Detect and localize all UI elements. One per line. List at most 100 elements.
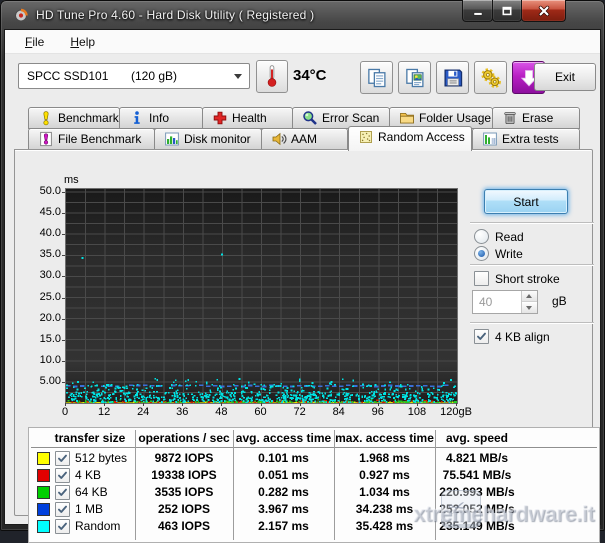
header-divider: [31, 447, 597, 449]
drive-select[interactable]: SPCC SSD101 (120 gB): [18, 63, 250, 89]
spin-down-button[interactable]: [522, 303, 537, 313]
y-axis-tick: [62, 276, 65, 277]
tab-label: Erase: [522, 111, 553, 125]
y-axis-tick: [62, 213, 65, 214]
x-axis-tick: [417, 403, 418, 406]
chevron-down-icon: [234, 74, 242, 79]
avg-speed-value: 220.993 MB/s: [402, 485, 552, 499]
x-axis-tick-label: 84: [317, 406, 361, 418]
aam-icon: [271, 131, 287, 147]
read-label: Read: [495, 230, 524, 244]
transfer-size-label: 4 KB: [75, 468, 101, 482]
tab-label: Folder Usage: [419, 111, 491, 125]
results-table: transfer sizeoperations / secavg. access…: [28, 427, 600, 543]
table-row-4-kb: 4 KB19338 IOPS0.051 ms0.927 ms75.541 MB/…: [29, 467, 599, 483]
y-axis-tick-label: 35.0: [27, 248, 61, 260]
y-axis-tick-label: 30.0: [27, 269, 61, 281]
avg-speed-value: 75.541 MB/s: [402, 468, 552, 482]
x-axis-tick-label: 36: [160, 406, 204, 418]
y-axis-tick: [62, 298, 65, 299]
file-benchmark-icon: [38, 131, 54, 147]
x-axis-tick: [261, 403, 262, 406]
maximize-button[interactable]: [492, 0, 522, 22]
y-axis-tick-label: 45.0: [27, 206, 61, 218]
x-axis-tick-label: 72: [278, 406, 322, 418]
y-axis-tick-label: 15.0: [27, 333, 61, 345]
titlebar[interactable]: HD Tune Pro 4.60 - Hard Disk Utility ( R…: [0, 0, 605, 30]
temperature-value: 34°C: [293, 67, 327, 84]
y-axis-unit-label: ms: [64, 174, 79, 186]
client-area: FileHelp SPCC SSD101 (120 gB) 34°C Exit …: [5, 30, 600, 524]
y-axis-tick: [62, 255, 65, 256]
close-button[interactable]: [521, 0, 566, 22]
copy-image-button[interactable]: [398, 61, 431, 94]
x-axis-tick-label: 120gB: [434, 406, 478, 418]
tab-label: Info: [149, 111, 169, 125]
table-row-512-bytes: 512 bytes9872 IOPS0.101 ms1.968 ms4.821 …: [29, 450, 599, 466]
separator: [470, 322, 594, 324]
tab-benchmark[interactable]: Benchmark: [28, 107, 120, 129]
menu-item-help[interactable]: Help: [64, 34, 101, 50]
disk-monitor-icon: [164, 131, 180, 147]
drive-name: SPCC SSD101: [27, 69, 108, 83]
save-button[interactable]: [436, 61, 469, 94]
kb-align-checkbox[interactable]: 4 KB align: [474, 329, 550, 344]
series-checkbox[interactable]: [55, 468, 70, 483]
temperature-button[interactable]: [256, 60, 288, 93]
tab-extra-tests[interactable]: Extra tests: [472, 128, 580, 150]
transfer-size-label: 1 MB: [75, 502, 103, 516]
series-checkbox[interactable]: [55, 451, 70, 466]
start-button[interactable]: Start: [484, 189, 568, 214]
tab-label: Health: [232, 111, 267, 125]
x-axis-tick: [65, 403, 66, 406]
spin-up-button[interactable]: [522, 291, 537, 302]
tab-erase[interactable]: Erase: [492, 107, 580, 129]
extra-tests-icon: [482, 131, 498, 147]
table-row-random: Random463 IOPS2.157 ms35.428 ms235.149 M…: [29, 518, 599, 534]
short-stroke-size-input[interactable]: 40: [472, 290, 538, 314]
y-axis-tick: [62, 361, 65, 362]
separator: [470, 264, 594, 266]
app-icon: [13, 7, 29, 23]
series-checkbox[interactable]: [55, 502, 70, 517]
tab-file-benchmark[interactable]: File Benchmark: [28, 128, 155, 150]
save-icon: [442, 67, 463, 88]
options-icon: [480, 67, 501, 88]
y-axis-tick-label: 50.0: [27, 185, 61, 197]
folder-icon: [399, 110, 415, 126]
options-button[interactable]: [474, 61, 507, 94]
tab-health[interactable]: Health: [202, 107, 293, 129]
tab-random-access[interactable]: Random Access: [348, 126, 472, 151]
series-checkbox[interactable]: [55, 519, 70, 534]
short-stroke-checkbox[interactable]: Short stroke: [474, 271, 560, 286]
write-radio[interactable]: Write: [474, 246, 523, 261]
drive-size: (120 gB): [131, 69, 177, 83]
read-radio[interactable]: Read: [474, 229, 524, 244]
info-icon: [129, 110, 145, 126]
copy-text-button[interactable]: [360, 61, 393, 94]
x-axis-tick: [104, 403, 105, 406]
chart-canvas: [66, 189, 457, 403]
x-axis-tick: [339, 403, 340, 406]
y-axis-tick-label: 25.0: [27, 291, 61, 303]
minimize-button[interactable]: [462, 0, 493, 22]
x-axis-tick-label: 48: [199, 406, 243, 418]
series-color-swatch: [37, 486, 50, 499]
tab-disk-monitor[interactable]: Disk monitor: [154, 128, 262, 150]
x-axis-tick: [300, 403, 301, 406]
tab-info[interactable]: Info: [119, 107, 203, 129]
short-stroke-unit-label: gB: [552, 294, 567, 308]
health-icon: [212, 110, 228, 126]
exit-button[interactable]: Exit: [534, 63, 596, 91]
x-axis-tick-label: 108: [395, 406, 439, 418]
tab-aam[interactable]: AAM: [261, 128, 348, 150]
menu-item-file[interactable]: File: [19, 34, 50, 50]
y-axis-tick: [62, 382, 65, 383]
tab-label: Random Access: [378, 130, 465, 144]
tab-label: Error Scan: [322, 111, 379, 125]
random-access-panel: ms Start Read Write Short stroke 40: [14, 149, 593, 516]
y-axis-tick-label: 20.0: [27, 312, 61, 324]
random-access-icon: [358, 129, 374, 145]
y-axis-tick-label: 10.0: [27, 354, 61, 366]
series-checkbox[interactable]: [55, 485, 70, 500]
